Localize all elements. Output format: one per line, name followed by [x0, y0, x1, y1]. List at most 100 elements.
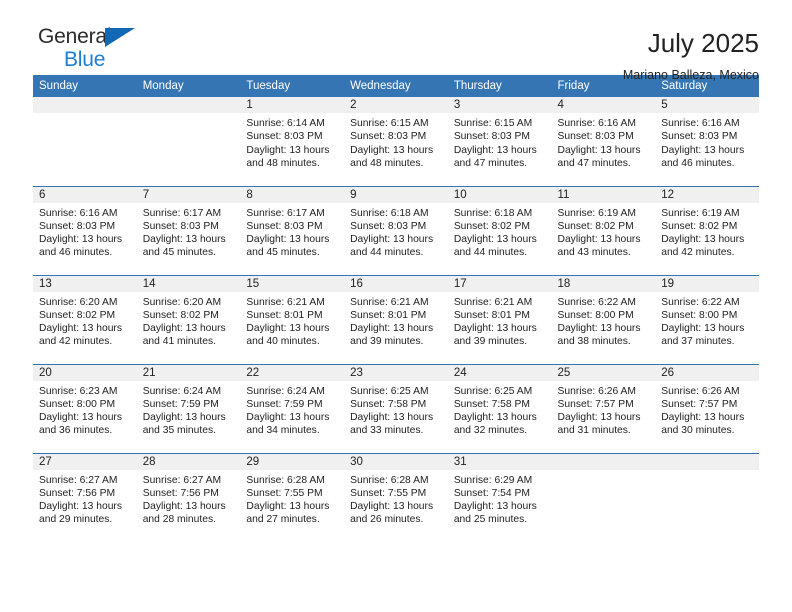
calendar-day-cell[interactable]: 5 Sunrise: 6:16 AM Sunset: 8:03 PM Daylight…: [655, 97, 759, 186]
sunset-text: Sunset: 8:03 PM: [39, 220, 116, 232]
day-number: 6: [33, 186, 137, 203]
sunrise-text: Sunrise: 6:21 AM: [246, 296, 325, 308]
calendar-day-cell[interactable]: 23 Sunrise: 6:25 AM Sunset: 7:58 PM Dayligh…: [344, 363, 448, 453]
calendar-day-cell-empty: [136, 97, 241, 186]
calendar-day-cell[interactable]: 17 Sunrise: 6:21 AM Sunset: 8:01 PM Dayligh…: [447, 274, 552, 364]
calendar-day-cell[interactable]: 30 Sunrise: 6:28 AM Sunset: 7:55 PM Dayligh…: [344, 452, 448, 542]
daylight-text-line2: and 40 minutes.: [246, 336, 320, 348]
calendar-day-cell[interactable]: 1 Sunrise: 6:14 AM Sunset: 8:03 PM Daylight…: [240, 97, 345, 186]
sunset-text: Sunset: 8:00 PM: [661, 309, 738, 321]
day-number: [136, 97, 241, 113]
sunset-text: Sunset: 8:02 PM: [661, 220, 738, 232]
day-number: 15: [240, 275, 345, 292]
day-number: [655, 453, 759, 470]
day-number: 1: [240, 97, 345, 113]
sunset-text: Sunset: 8:02 PM: [453, 220, 530, 232]
daylight-text-line2: and 36 minutes.: [39, 425, 113, 437]
daylight-text-line2: and 31 minutes.: [557, 425, 631, 437]
daylight-text-line2: and 33 minutes.: [350, 425, 424, 437]
day-number: [551, 453, 656, 470]
day-number: 25: [551, 364, 656, 381]
calendar-day-cell[interactable]: 22 Sunrise: 6:24 AM Sunset: 7:59 PM Dayligh…: [240, 363, 345, 453]
daylight-text-line2: and 38 minutes.: [557, 336, 631, 348]
day-details: Sunrise: 6:26 AM Sunset: 7:57 PM Daylight:…: [552, 381, 656, 438]
daylight-text-line2: and 34 minutes.: [246, 425, 320, 437]
calendar-day-cell[interactable]: 10 Sunrise: 6:18 AM Sunset: 8:02 PM Dayligh…: [447, 185, 552, 275]
daylight-text-line2: and 48 minutes.: [246, 157, 320, 169]
daylight-text-line2: and 47 minutes.: [453, 157, 528, 169]
calendar-day-cell-empty: [551, 452, 656, 542]
sunrise-text: Sunrise: 6:20 AM: [39, 296, 118, 308]
calendar-day-cell[interactable]: 8 Sunrise: 6:17 AM Sunset: 8:03 PM Daylight…: [240, 185, 345, 275]
daylight-text-line2: and 39 minutes.: [453, 336, 528, 348]
day-details: Sunrise: 6:16 AM Sunset: 8:03 PM Daylight:…: [552, 113, 656, 170]
daylight-text-line1: Daylight: 13 hours: [350, 144, 434, 156]
day-details: Sunrise: 6:22 AM Sunset: 8:00 PM Daylight:…: [552, 292, 656, 349]
sunset-text: Sunset: 7:57 PM: [557, 398, 634, 410]
day-number: 16: [344, 275, 448, 292]
calendar-day-cell[interactable]: 9 Sunrise: 6:18 AM Sunset: 8:03 PM Daylight…: [344, 185, 448, 275]
calendar-day-cell[interactable]: 18 Sunrise: 6:22 AM Sunset: 8:00 PM Dayligh…: [551, 274, 656, 364]
calendar-day-cell[interactable]: 16 Sunrise: 6:21 AM Sunset: 8:01 PM Dayligh…: [344, 274, 448, 364]
calendar-day-cell[interactable]: 2 Sunrise: 6:15 AM Sunset: 8:03 PM Daylight…: [344, 97, 448, 186]
day-details: Sunrise: 6:19 AM Sunset: 8:02 PM Daylight:…: [655, 203, 759, 260]
calendar-week-row: 1 Sunrise: 6:14 AM Sunset: 8:03 PM Daylight…: [33, 97, 759, 186]
sunset-text: Sunset: 8:00 PM: [557, 309, 634, 321]
calendar-day-cell[interactable]: 28 Sunrise: 6:27 AM Sunset: 7:56 PM Dayligh…: [136, 452, 241, 542]
daylight-text-line2: and 42 minutes.: [661, 247, 735, 259]
sunrise-text: Sunrise: 6:28 AM: [350, 474, 429, 486]
calendar-day-cell[interactable]: 7 Sunrise: 6:17 AM Sunset: 8:03 PM Daylight…: [136, 185, 241, 275]
calendar-day-cell[interactable]: 14 Sunrise: 6:20 AM Sunset: 8:02 PM Dayligh…: [136, 274, 241, 364]
general-blue-logo[interactable]: General Blue: [33, 26, 163, 74]
daylight-text-line1: Daylight: 13 hours: [142, 412, 226, 424]
calendar-day-cell[interactable]: 4 Sunrise: 6:16 AM Sunset: 8:03 PM Daylight…: [551, 97, 656, 186]
calendar-day-cell[interactable]: 25 Sunrise: 6:26 AM Sunset: 7:57 PM Dayligh…: [551, 363, 656, 453]
calendar-day-cell[interactable]: 20 Sunrise: 6:23 AM Sunset: 8:00 PM Dayligh…: [33, 363, 137, 453]
day-details: Sunrise: 6:18 AM Sunset: 8:02 PM Daylight:…: [448, 203, 552, 260]
sunrise-text: Sunrise: 6:18 AM: [453, 207, 533, 219]
daylight-text-line1: Daylight: 13 hours: [246, 412, 330, 424]
daylight-text-line1: Daylight: 13 hours: [453, 412, 537, 424]
day-number: 26: [655, 364, 759, 381]
sunrise-text: Sunrise: 6:24 AM: [246, 385, 325, 397]
day-details: Sunrise: 6:18 AM Sunset: 8:03 PM Daylight:…: [344, 203, 448, 260]
calendar-day-cell[interactable]: 13 Sunrise: 6:20 AM Sunset: 8:02 PM Dayligh…: [33, 274, 137, 364]
calendar-day-cell[interactable]: 21 Sunrise: 6:24 AM Sunset: 7:59 PM Dayligh…: [136, 363, 241, 453]
daylight-text-line1: Daylight: 13 hours: [246, 144, 330, 156]
day-details: Sunrise: 6:21 AM Sunset: 8:01 PM Daylight:…: [448, 292, 552, 349]
sunrise-text: Sunrise: 6:27 AM: [142, 474, 222, 486]
daylight-text-line1: Daylight: 13 hours: [39, 234, 122, 246]
day-details: Sunrise: 6:16 AM Sunset: 8:03 PM Daylight:…: [655, 113, 759, 170]
calendar-day-cell[interactable]: 31 Sunrise: 6:29 AM Sunset: 7:54 PM Dayligh…: [447, 452, 552, 542]
daylight-text-line2: and 45 minutes.: [142, 247, 216, 259]
daylight-text-line1: Daylight: 13 hours: [350, 501, 434, 513]
calendar-day-cell[interactable]: 27 Sunrise: 6:27 AM Sunset: 7:56 PM Dayligh…: [33, 452, 137, 542]
blue-triangle-icon: [105, 28, 135, 47]
sunset-text: Sunset: 8:03 PM: [246, 131, 323, 143]
sunset-text: Sunset: 7:54 PM: [453, 487, 530, 499]
sunrise-text: Sunrise: 6:21 AM: [453, 296, 533, 308]
day-details: Sunrise: 6:26 AM Sunset: 7:57 PM Daylight:…: [655, 381, 759, 438]
sunrise-text: Sunrise: 6:19 AM: [661, 207, 740, 219]
day-details: Sunrise: 6:29 AM Sunset: 7:54 PM Daylight:…: [448, 470, 552, 527]
sunset-text: Sunset: 7:58 PM: [350, 398, 427, 410]
calendar-day-cell[interactable]: 29 Sunrise: 6:28 AM Sunset: 7:55 PM Dayligh…: [240, 452, 345, 542]
calendar-day-cell[interactable]: 19 Sunrise: 6:22 AM Sunset: 8:00 PM Dayligh…: [655, 274, 759, 364]
day-details: Sunrise: 6:24 AM Sunset: 7:59 PM Daylight:…: [137, 381, 241, 438]
sunrise-text: Sunrise: 6:16 AM: [661, 118, 740, 129]
calendar-day-cell[interactable]: 11 Sunrise: 6:19 AM Sunset: 8:02 PM Dayligh…: [551, 185, 656, 275]
day-details: Sunrise: 6:17 AM Sunset: 8:03 PM Daylight:…: [137, 203, 241, 260]
daylight-text-line2: and 28 minutes.: [142, 514, 216, 526]
calendar-day-cell[interactable]: 12 Sunrise: 6:19 AM Sunset: 8:02 PM Dayligh…: [655, 185, 759, 275]
daylight-text-line1: Daylight: 13 hours: [246, 234, 330, 246]
day-number: 7: [136, 186, 241, 203]
calendar-day-cell[interactable]: 6 Sunrise: 6:16 AM Sunset: 8:03 PM Daylight…: [33, 185, 137, 275]
daylight-text-line1: Daylight: 13 hours: [453, 234, 537, 246]
calendar-day-cell[interactable]: 24 Sunrise: 6:25 AM Sunset: 7:58 PM Dayligh…: [447, 363, 552, 453]
calendar-day-cell[interactable]: 26 Sunrise: 6:26 AM Sunset: 7:57 PM Dayligh…: [655, 363, 759, 453]
calendar-day-cell[interactable]: 3 Sunrise: 6:15 AM Sunset: 8:03 PM Daylight…: [447, 97, 552, 186]
day-details: Sunrise: 6:15 AM Sunset: 8:03 PM Daylight:…: [344, 113, 448, 170]
sunset-text: Sunset: 7:57 PM: [661, 398, 738, 410]
calendar-day-cell[interactable]: 15 Sunrise: 6:21 AM Sunset: 8:01 PM Dayligh…: [240, 274, 345, 364]
daylight-text-line1: Daylight: 13 hours: [557, 234, 641, 246]
